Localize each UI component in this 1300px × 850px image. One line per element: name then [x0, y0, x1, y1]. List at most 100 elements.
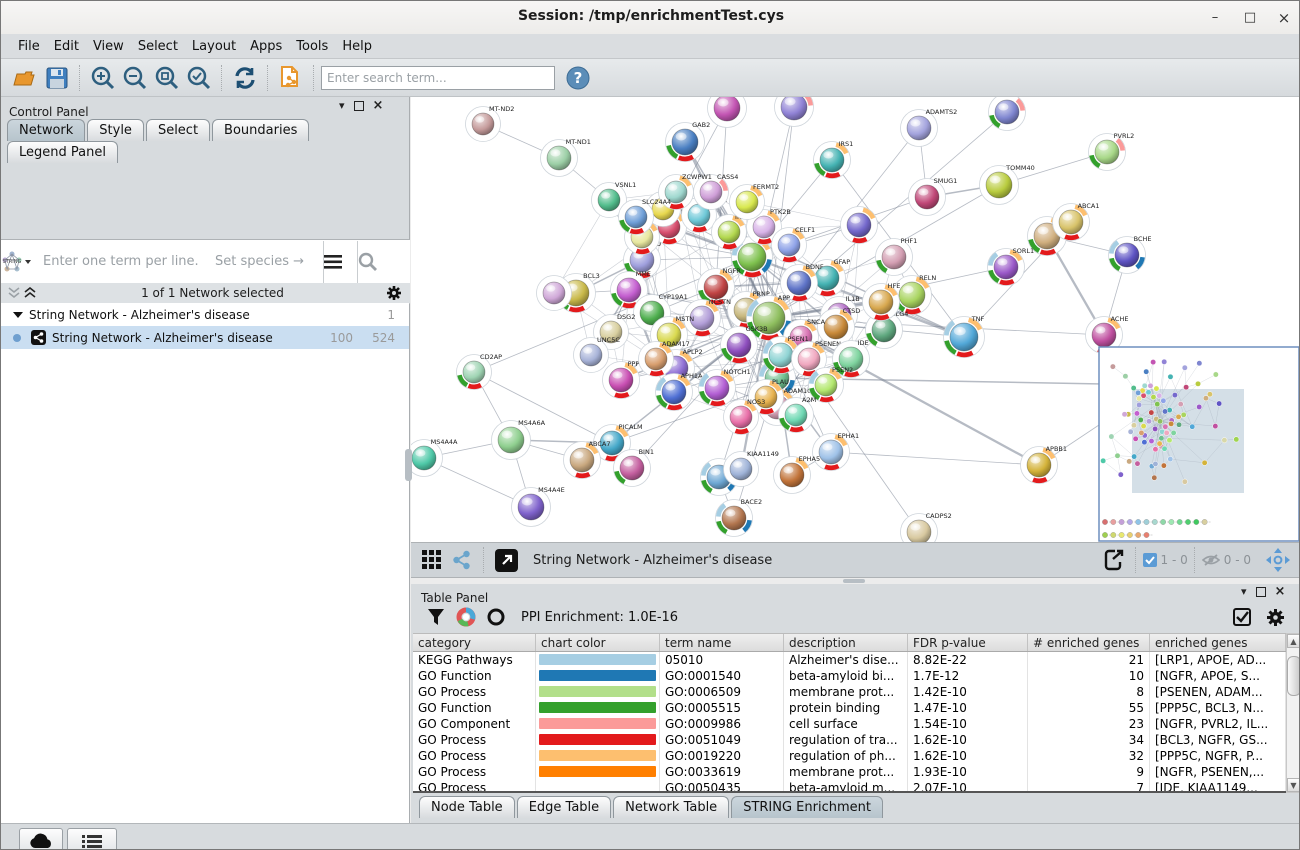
menu-view[interactable]: View — [86, 37, 131, 56]
network-node[interactable]: HFE — [863, 282, 901, 321]
tree-expand-icon[interactable] — [13, 311, 23, 319]
network-node[interactable]: MS4A4E — [512, 486, 565, 527]
collapse-all-icon[interactable] — [7, 287, 23, 299]
tab-boundaries[interactable]: Boundaries — [212, 119, 309, 141]
open-session-button[interactable] — [10, 63, 40, 93]
search-input[interactable] — [321, 66, 555, 90]
network-node[interactable]: ADAMTS2 — [901, 108, 958, 147]
table-row[interactable]: GO ComponentGO:0009986cell surface1.54E-… — [413, 716, 1286, 732]
network-node[interactable]: TOMM40 — [980, 164, 1035, 205]
network-node[interactable]: CD2AP — [457, 353, 503, 390]
maximize-button[interactable]: □ — [1239, 9, 1261, 27]
filter-button[interactable] — [423, 604, 449, 630]
tab-legend-panel[interactable]: Legend Panel — [7, 141, 118, 163]
network-node[interactable] — [841, 207, 878, 244]
tab-network[interactable]: Network — [7, 119, 85, 141]
menu-help[interactable]: Help — [335, 37, 379, 56]
float-panel-icon[interactable] — [354, 101, 364, 111]
tab-network-table[interactable]: Network Table — [613, 796, 729, 818]
scroll-up-icon[interactable]: ▲ — [1287, 634, 1300, 648]
network-overview-button[interactable] — [449, 547, 475, 573]
column-header-chart-color[interactable]: chart color — [536, 634, 660, 651]
draw-charts-button[interactable] — [453, 604, 479, 630]
string-query-input[interactable] — [41, 253, 215, 270]
close-button[interactable]: × — [1273, 9, 1295, 27]
table-row[interactable]: KEGG Pathways05010Alzheimer's dise...8.8… — [413, 652, 1286, 668]
column-header-term-name[interactable]: term name — [660, 634, 784, 651]
network-node[interactable]: GAB2 — [666, 121, 711, 162]
column-header-enriched-genes[interactable]: # enriched genes — [1028, 634, 1150, 651]
tab-string-enrichment[interactable]: STRING Enrichment — [731, 796, 883, 818]
string-search-button[interactable] — [358, 252, 394, 272]
panel-menu-icon[interactable]: ▾ — [1241, 587, 1247, 597]
network-node[interactable] — [775, 97, 814, 127]
menu-file[interactable]: File — [11, 37, 47, 56]
network-node[interactable]: SMUG1 — [909, 177, 958, 216]
table-panel-splitter-handle[interactable] — [843, 579, 865, 583]
network-node[interactable]: PVRL2 — [1089, 132, 1135, 171]
network-node[interactable]: NOS3 — [724, 398, 766, 435]
string-options-button[interactable] — [324, 255, 357, 269]
zoom-in-button[interactable] — [88, 63, 118, 93]
birds-eye-view[interactable] — [1099, 347, 1299, 541]
network-node[interactable] — [708, 97, 747, 128]
reset-charts-button[interactable] — [483, 604, 509, 630]
menu-layout[interactable]: Layout — [185, 37, 243, 56]
zoom-selected-button[interactable] — [184, 63, 214, 93]
panel-menu-icon[interactable]: ▾ — [339, 101, 345, 111]
automation-button[interactable] — [19, 828, 63, 850]
column-header-description[interactable]: description — [784, 634, 908, 651]
table-row[interactable]: GO ProcessGO:0006509membrane prot...1.42… — [413, 684, 1286, 700]
network-view[interactable]: MT-ND2MT-ND1VSNL1GAB2IRS1ADAMTS2PVRL2TOM… — [411, 97, 1300, 542]
network-row-selected[interactable]: String Network - Alzheimer's disease 100… — [1, 326, 409, 349]
navigator-button[interactable] — [1265, 547, 1291, 573]
column-header-category[interactable]: category — [413, 634, 536, 651]
panel-splitter-handle[interactable] — [405, 449, 412, 481]
network-node[interactable]: MS4A6A — [492, 419, 546, 460]
task-history-button[interactable] — [67, 828, 117, 850]
menu-apps[interactable]: Apps — [243, 37, 289, 56]
network-node[interactable]: PHF1 — [876, 237, 918, 276]
network-node[interactable]: CELF1 — [772, 226, 816, 263]
tab-style[interactable]: Style — [87, 119, 144, 141]
network-canvas[interactable]: MT-ND2MT-ND1VSNL1GAB2IRS1ADAMTS2PVRL2TOM… — [411, 97, 1300, 542]
column-header-fdr-p-value[interactable]: FDR p-value — [908, 634, 1028, 651]
tab-node-table[interactable]: Node Table — [419, 796, 515, 818]
network-node[interactable] — [537, 276, 572, 311]
network-node[interactable]: RELN — [893, 274, 937, 315]
refresh-button[interactable] — [230, 63, 260, 93]
network-node[interactable]: TNF — [944, 315, 985, 358]
column-header-enriched-genes[interactable]: enriched genes — [1150, 634, 1286, 651]
grid-view-button[interactable] — [419, 547, 445, 573]
close-panel-icon[interactable]: × — [1275, 587, 1286, 597]
table-row[interactable]: GO FunctionGO:0001540beta-amyloid bi...1… — [413, 668, 1286, 684]
export-network-button[interactable] — [1101, 547, 1127, 573]
network-node[interactable] — [989, 97, 1026, 131]
open-in-string-button[interactable] — [493, 547, 519, 573]
table-row[interactable]: GO FunctionGO:0005515protein binding1.47… — [413, 700, 1286, 716]
minimize-button[interactable]: – — [1204, 9, 1226, 27]
table-row[interactable]: GO ProcessGO:0033619membrane prot...1.93… — [413, 764, 1286, 780]
network-node[interactable]: CADPS2 — [901, 512, 952, 542]
network-collection-row[interactable]: String Network - Alzheimer's disease 1 — [1, 303, 409, 326]
network-from-file-button[interactable] — [276, 63, 306, 93]
menu-select[interactable]: Select — [131, 37, 185, 56]
network-node[interactable]: APBB1 — [1021, 445, 1068, 484]
network-node[interactable]: SORL1 — [988, 247, 1035, 286]
expand-all-icon[interactable] — [23, 287, 39, 299]
close-panel-icon[interactable]: × — [373, 101, 384, 111]
settings-gear-icon[interactable] — [1266, 608, 1285, 627]
network-node[interactable]: KIAA1149 — [724, 450, 779, 487]
scrollbar-thumb[interactable] — [1287, 656, 1300, 696]
float-panel-icon[interactable] — [1256, 587, 1266, 597]
scroll-down-icon[interactable]: ▼ — [1287, 778, 1300, 792]
network-node[interactable]: BCHE — [1109, 235, 1152, 274]
network-node[interactable]: MT-ND1 — [541, 138, 591, 177]
network-node[interactable]: MT-ND2 — [466, 105, 515, 142]
network-node[interactable]: APH1A — [656, 372, 703, 411]
network-node[interactable]: EPHA1 — [813, 432, 860, 471]
zoom-fit-button[interactable] — [152, 63, 182, 93]
save-session-button[interactable] — [42, 63, 72, 93]
network-node[interactable]: ABCA1 — [1053, 202, 1100, 241]
menu-edit[interactable]: Edit — [47, 37, 86, 56]
